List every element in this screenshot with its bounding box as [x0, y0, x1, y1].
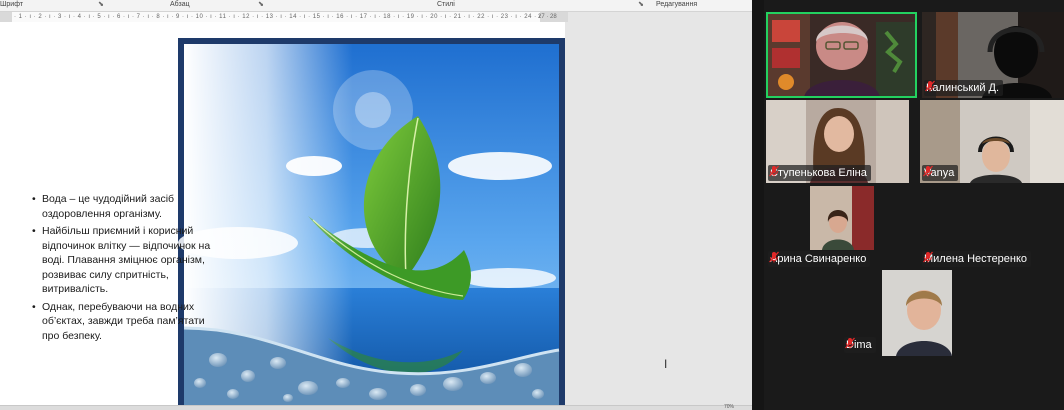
- dialog-launcher-icon[interactable]: ⬊: [98, 1, 104, 9]
- muted-mic-icon: [845, 337, 855, 349]
- participant-tile[interactable]: Vanya: [920, 100, 1064, 183]
- participant-tile[interactable]: Калинський Д.: [922, 12, 1064, 98]
- participant-name-chip: Dima: [844, 337, 876, 353]
- participant-name: Милена Нестеренко: [924, 253, 1028, 265]
- participant-name-chip: Ступенькова Еліна: [768, 165, 871, 181]
- bullet-list[interactable]: Вода – це чудодійний засіб оздоровлення …: [32, 192, 222, 346]
- participant-name-chip: Калинський Д.: [924, 80, 1004, 96]
- muted-mic-icon: [769, 251, 779, 263]
- ruler-end-ticks: 27 · 28: [538, 14, 557, 20]
- document-page[interactable]: Вода – це чудодійний засіб оздоровлення …: [0, 22, 565, 405]
- participant-name-chip: Vanya: [922, 165, 959, 181]
- word-window: Шрифт ⬊ Абзац ⬊ Стилі ⬊ Редагування · 1 …: [0, 0, 752, 410]
- document-area[interactable]: Вода – це чудодійний засіб оздоровлення …: [0, 22, 752, 405]
- participant-name-chip: Милена Нестеренко: [922, 251, 1032, 267]
- participant-tile[interactable]: Ступенькова Еліна: [766, 100, 909, 183]
- participant-name-chip: Арина Свинаренко: [768, 251, 871, 267]
- status-bar: 70%: [0, 404, 752, 410]
- ribbon-group-styles[interactable]: Стилі: [437, 0, 455, 10]
- bullet-item: Найбільш приємний і корисний відпочинок …: [32, 224, 222, 297]
- ribbon-group-paragraph[interactable]: Абзац: [170, 0, 190, 10]
- bullet-item: Однак, перебуваючи на водних об’єктах, з…: [32, 300, 222, 344]
- participant-name: Калинський Д.: [926, 82, 1000, 94]
- muted-mic-icon: [769, 165, 779, 177]
- dialog-launcher-icon[interactable]: ⬊: [258, 1, 264, 9]
- muted-mic-icon: [923, 251, 933, 263]
- participant-name: Арина Свинаренко: [770, 253, 867, 265]
- ribbon-group-labels: Шрифт ⬊ Абзац ⬊ Стилі ⬊ Редагування: [0, 0, 752, 12]
- text-cursor-icon: I: [664, 357, 668, 371]
- ribbon-group-editing[interactable]: Редагування: [656, 0, 697, 10]
- ruler-left-margin: [0, 12, 12, 22]
- window-divider: [752, 0, 764, 410]
- muted-mic-icon: [925, 80, 935, 92]
- dialog-launcher-icon[interactable]: ⬊: [638, 1, 644, 9]
- participant-name: Ступенькова Еліна: [770, 167, 867, 179]
- participant-tile[interactable]: Dima: [842, 270, 978, 356]
- bullet-item: Вода – це чудодійний засіб оздоровлення …: [32, 192, 222, 221]
- muted-mic-icon: [923, 165, 933, 177]
- ribbon-group-font[interactable]: Шрифт: [0, 0, 23, 10]
- zoom-level[interactable]: 70%: [724, 404, 734, 410]
- participant-tile[interactable]: Арина Свинаренко: [766, 186, 907, 270]
- participant-tile[interactable]: Милена Нестеренко: [920, 186, 1064, 270]
- leaf-boat-image[interactable]: [178, 38, 565, 405]
- active-speaker-border: [766, 12, 917, 98]
- ruler-ticks: · 1 · ı · 2 · ı · 3 · ı · 4 · ı · 5 · ı …: [14, 14, 568, 20]
- participant-tile-speaker[interactable]: [766, 12, 917, 98]
